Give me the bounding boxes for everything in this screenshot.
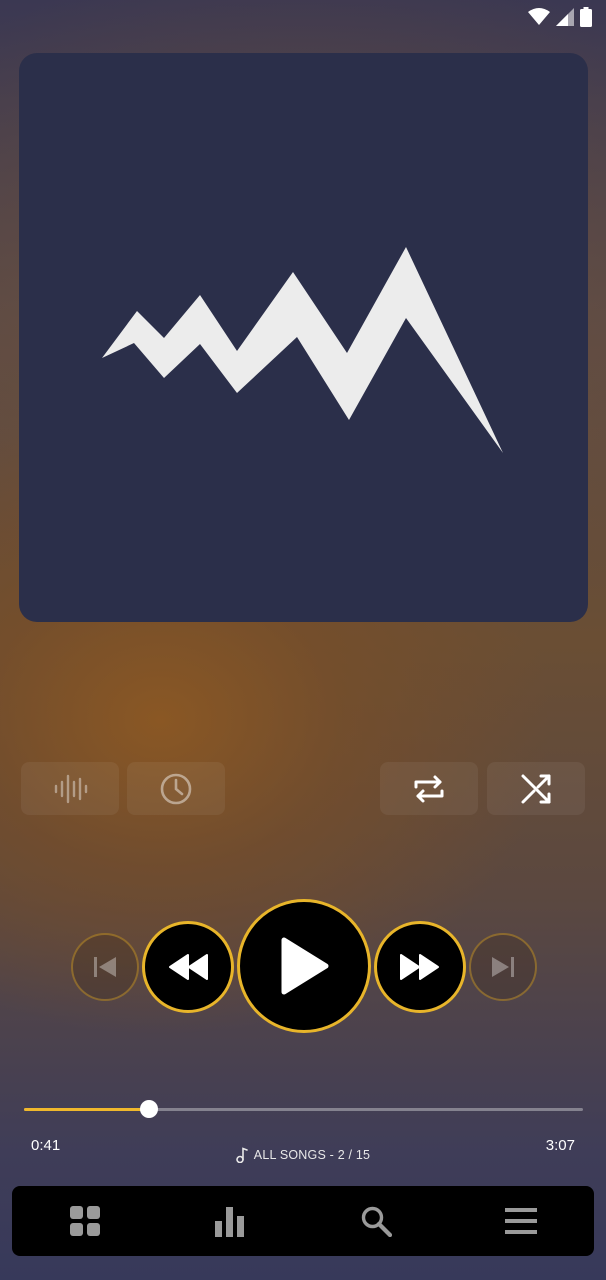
cellular-signal-icon [556,8,574,31]
nav-search[interactable] [336,1191,416,1251]
nav-library[interactable] [45,1191,125,1251]
skip-next-icon [492,957,514,977]
rewind-button[interactable] [142,921,234,1013]
album-art[interactable] [19,53,588,622]
seek-bar-progress [24,1108,149,1111]
nav-menu[interactable] [481,1191,561,1251]
wifi-icon [528,8,550,31]
seek-bar-thumb[interactable] [139,1100,158,1118]
battery-icon [580,7,592,32]
grid-icon [69,1206,100,1236]
bar-chart-icon [215,1207,245,1237]
equalizer-button[interactable] [21,762,119,815]
shuffle-icon [521,774,551,803]
fast-forward-icon [400,954,439,980]
menu-icon [505,1208,538,1234]
repeat-icon [414,775,444,802]
nav-stats[interactable] [190,1191,270,1251]
sleep-timer-clock-icon [160,773,192,804]
play-button[interactable] [237,899,371,1033]
sleep-timer-button[interactable] [127,762,225,815]
skip-previous-icon [94,957,116,977]
skip-next-button[interactable] [469,933,537,1001]
equalizer-waveform-icon [54,774,88,803]
waveform-logo-icon [102,247,503,453]
queue-label: ALL SONGS - 2 / 15 [253,1148,371,1162]
repeat-button[interactable] [380,762,478,815]
play-icon [281,937,329,995]
skip-previous-button[interactable] [71,933,139,1001]
rewind-icon [169,954,208,980]
bottom-navigation [12,1186,594,1256]
fast-forward-button[interactable] [374,921,466,1013]
status-bar [0,0,606,36]
search-icon [361,1206,392,1237]
music-note-icon [235,1147,248,1163]
shuffle-button[interactable] [487,762,585,815]
seek-bar[interactable] [24,1100,583,1118]
queue-info[interactable]: ALL SONGS - 2 / 15 [0,1147,606,1163]
